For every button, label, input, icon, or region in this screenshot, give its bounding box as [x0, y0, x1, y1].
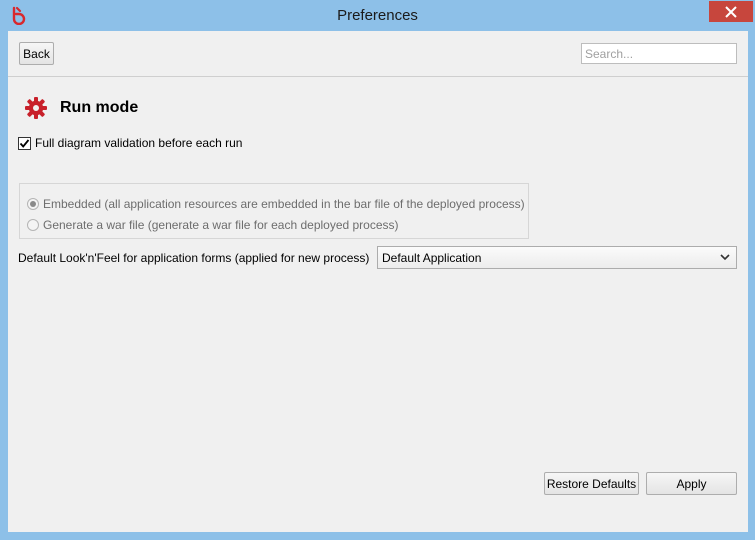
page-header: Run mode	[24, 95, 138, 121]
embedded-option[interactable]: Embedded (all application resources are …	[27, 197, 525, 211]
look-and-feel-value: Default Application	[382, 250, 482, 265]
window-title: Preferences	[337, 7, 418, 24]
validation-label: Full diagram validation before each run	[35, 136, 243, 150]
war-file-label: Generate a war file (generate a war file…	[43, 218, 399, 232]
validation-checkbox[interactable]	[18, 136, 31, 150]
gear-icon	[25, 97, 47, 119]
preferences-content: Back Run mode	[8, 31, 748, 532]
close-icon	[725, 5, 737, 18]
validation-option[interactable]: Full diagram validation before each run	[18, 136, 242, 150]
embedded-label: Embedded (all application resources are …	[43, 197, 525, 211]
look-and-feel-select[interactable]: Default Application	[377, 246, 737, 269]
checkmark-icon	[19, 138, 30, 148]
toolbar: Back	[8, 31, 748, 77]
search-input[interactable]	[581, 43, 737, 64]
embedded-radio[interactable]	[27, 198, 39, 210]
preferences-window: Preferences Back Search... Run mode Full…	[0, 0, 755, 540]
war-file-option[interactable]: Generate a war file (generate a war file…	[27, 218, 399, 232]
page-title: Run mode	[60, 99, 139, 116]
apply-button[interactable]: Apply	[646, 472, 737, 495]
title-bar[interactable]: Preferences	[0, 0, 755, 31]
chevron-down-icon	[717, 250, 733, 266]
deployment-options-group: Embedded (all application resources are …	[19, 183, 529, 239]
war-file-radio[interactable]	[27, 219, 39, 231]
back-button[interactable]: Back	[19, 42, 54, 65]
restore-defaults-button[interactable]: Restore Defaults	[544, 472, 639, 495]
close-button[interactable]	[709, 1, 753, 22]
look-and-feel-label: Default Look'n'Feel for application form…	[18, 251, 370, 265]
radio-selected-dot	[30, 201, 36, 207]
